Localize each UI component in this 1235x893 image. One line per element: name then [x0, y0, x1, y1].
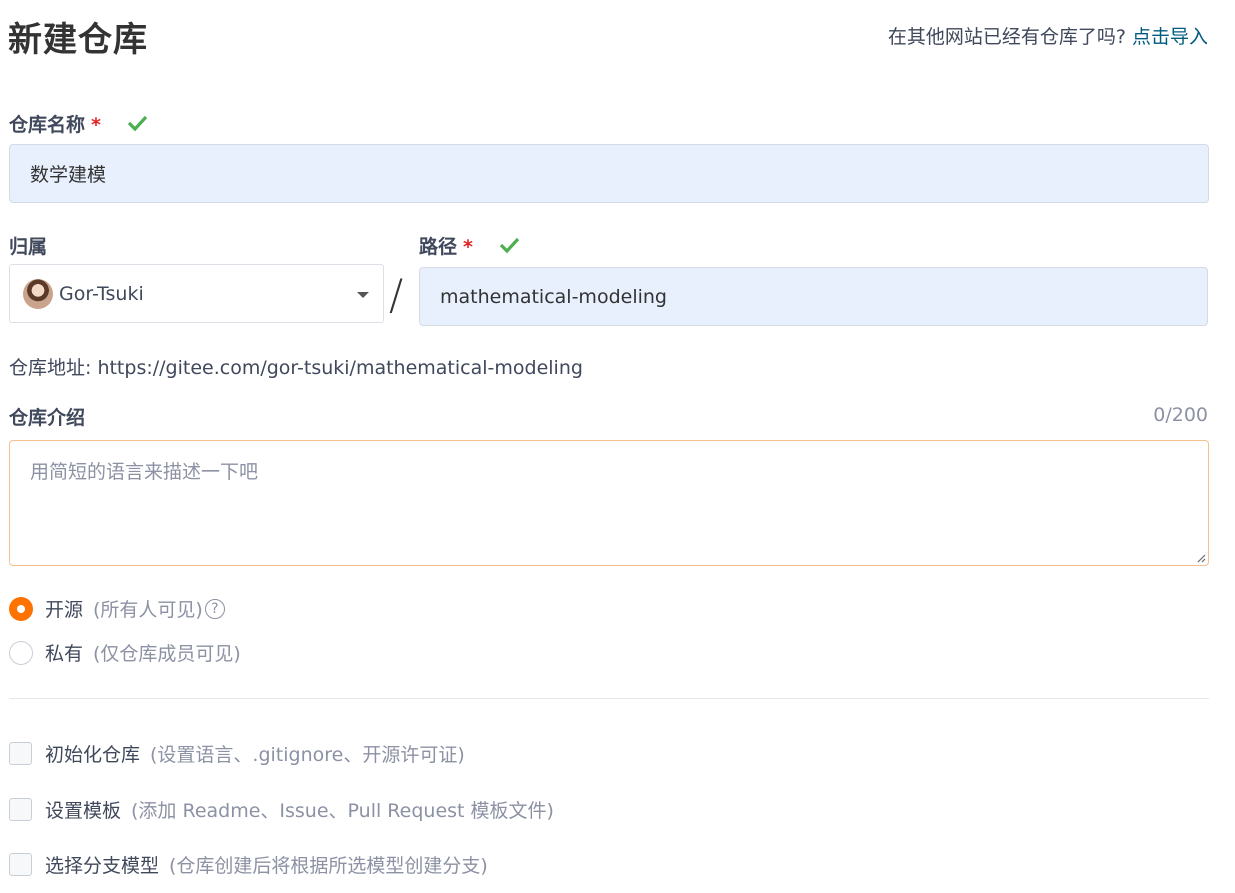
- owner-select[interactable]: Gor-Tsuki: [9, 264, 384, 323]
- owner-label: 归属: [9, 236, 48, 258]
- checkbox-description: (添加 Readme、Issue、Pull Request 模板文件): [131, 800, 554, 822]
- caret-down-icon: [357, 292, 369, 298]
- description-placeholder: 用简短的语言来描述一下吧: [30, 461, 259, 483]
- branch-model-checkbox-row[interactable]: 选择分支模型 (仓库创建后将根据所选模型创建分支): [9, 851, 488, 878]
- path-value: mathematical-modeling: [440, 285, 667, 308]
- checkbox-description: (仓库创建后将根据所选模型创建分支): [169, 855, 488, 877]
- path-input[interactable]: mathematical-modeling: [419, 267, 1208, 326]
- template-checkbox-row[interactable]: 设置模板 (添加 Readme、Issue、Pull Request 模板文件): [9, 796, 554, 823]
- path-label: 路径 *: [419, 232, 520, 259]
- owner-selected-value: Gor-Tsuki: [59, 282, 144, 305]
- page-title: 新建仓库: [8, 20, 148, 60]
- visibility-option-public[interactable]: 开源 (所有人可见) ?: [9, 595, 225, 622]
- option-label: 私有: [45, 643, 84, 665]
- avatar: [23, 278, 53, 309]
- help-icon[interactable]: ?: [204, 598, 225, 619]
- path-label-text: 路径: [419, 236, 458, 258]
- divider: [9, 698, 1209, 699]
- import-hint: 在其他网站已经有仓库了吗? 点击导入: [888, 22, 1208, 49]
- description-counter: 0/200: [1153, 404, 1208, 426]
- repo-name-input[interactable]: 数学建模: [9, 144, 1209, 203]
- visibility-option-private[interactable]: 私有 (仅仓库成员可见): [9, 639, 241, 666]
- radio-button-checked[interactable]: [9, 596, 33, 621]
- checkbox[interactable]: [9, 853, 32, 876]
- import-prompt: 在其他网站已经有仓库了吗?: [887, 26, 1126, 48]
- repo-address: 仓库地址: https://gitee.com/gor-tsuki/mathem…: [9, 357, 583, 379]
- import-link[interactable]: 点击导入: [1132, 26, 1208, 48]
- option-label: 开源: [45, 599, 84, 621]
- checkbox-label: 选择分支模型: [45, 855, 160, 877]
- required-asterisk: *: [463, 236, 473, 258]
- checkbox[interactable]: [9, 742, 32, 765]
- checkbox-label: 设置模板: [45, 800, 122, 822]
- checkbox-description: (设置语言、.gitignore、开源许可证): [150, 744, 465, 766]
- option-description: (所有人可见): [93, 599, 203, 621]
- init-repo-checkbox-row[interactable]: 初始化仓库 (设置语言、.gitignore、开源许可证): [9, 740, 465, 767]
- repo-name-label: 仓库名称 *: [9, 110, 148, 137]
- checkbox-label: 初始化仓库: [45, 744, 141, 766]
- description-label: 仓库介绍: [9, 407, 86, 429]
- option-description: (仅仓库成员可见): [93, 643, 241, 665]
- repo-name-label-text: 仓库名称: [9, 114, 86, 136]
- required-asterisk: *: [91, 114, 101, 136]
- resize-handle-icon[interactable]: [1196, 553, 1206, 563]
- path-separator: /: [389, 270, 404, 319]
- radio-button[interactable]: [9, 640, 33, 665]
- description-textarea[interactable]: 用简短的语言来描述一下吧: [9, 440, 1209, 566]
- check-icon: [127, 115, 147, 132]
- check-icon: [499, 237, 519, 254]
- repo-name-value: 数学建模: [30, 164, 107, 186]
- checkbox[interactable]: [9, 798, 32, 821]
